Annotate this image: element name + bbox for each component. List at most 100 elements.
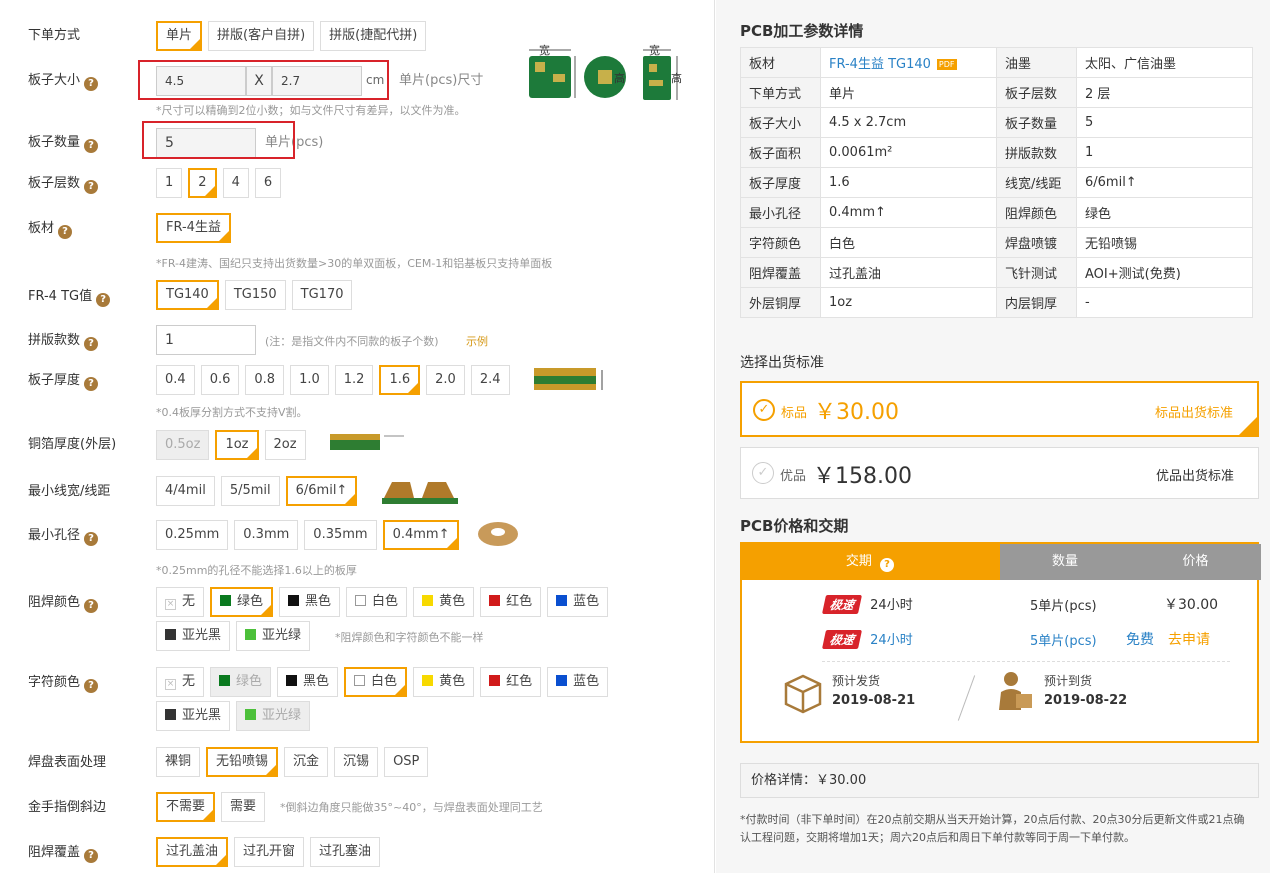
help-icon[interactable]: ? bbox=[84, 180, 99, 194]
standard-link[interactable]: 标品出货标准 bbox=[1155, 402, 1233, 421]
pdf-icon[interactable]: PDF bbox=[936, 59, 957, 70]
silk-option[interactable]: 红色 bbox=[480, 667, 542, 697]
order_type-option-label: 拼版(客户自拼) bbox=[217, 28, 306, 43]
mask-option[interactable]: 蓝色 bbox=[547, 587, 609, 617]
thickness-option[interactable]: 2.4 bbox=[470, 365, 510, 395]
thickness-option[interactable]: 1.6 bbox=[379, 365, 421, 395]
thickness-option-label: 0.8 bbox=[254, 372, 276, 387]
help-icon[interactable]: ? bbox=[96, 293, 111, 307]
mask-option[interactable]: 白色 bbox=[346, 587, 408, 617]
order_type-option[interactable]: 拼版(客户自拼) bbox=[208, 21, 315, 51]
tg-option[interactable]: TG140 bbox=[156, 280, 219, 310]
help-icon[interactable]: ? bbox=[84, 849, 99, 863]
via-option[interactable]: 过孔开窗 bbox=[234, 837, 305, 867]
material-option-label: FR-4生益 bbox=[166, 220, 221, 235]
standard-option[interactable]: ✓ 标品 ￥30.00 标品出货标准 bbox=[740, 381, 1259, 437]
silk-option[interactable]: 亚光黑 bbox=[156, 701, 231, 731]
help-icon[interactable]: ? bbox=[84, 679, 99, 693]
thickness-option[interactable]: 2.0 bbox=[426, 365, 465, 395]
silk-option[interactable]: 黄色 bbox=[413, 667, 475, 697]
param-key: 阻焊覆盖 bbox=[740, 257, 821, 288]
mask-option[interactable]: 绿色 bbox=[210, 587, 274, 617]
help-icon[interactable]: ? bbox=[84, 337, 99, 351]
hole-option[interactable]: 0.4mm↑ bbox=[382, 520, 460, 550]
mask-option-label: 亚光黑 bbox=[182, 628, 222, 643]
thickness-option[interactable]: 0.8 bbox=[245, 365, 285, 395]
thickness-option[interactable]: 1.0 bbox=[290, 365, 329, 395]
qty-label-text: 板子数量 bbox=[28, 135, 81, 150]
via-option[interactable]: 过孔塞油 bbox=[310, 837, 381, 867]
thickness-option[interactable]: 0.6 bbox=[200, 365, 240, 395]
trace-option[interactable]: 6/6mil↑ bbox=[285, 476, 358, 506]
premium-link[interactable]: 优品出货标准 bbox=[1156, 465, 1234, 484]
silk-option-label: 黑色 bbox=[303, 674, 330, 689]
order_type-label: 下单方式 bbox=[28, 26, 80, 46]
silk-option[interactable]: 绿色 bbox=[210, 667, 272, 697]
mask-option[interactable]: × 无 bbox=[156, 587, 205, 617]
thickness-option-label: 1.2 bbox=[343, 372, 365, 387]
material-option[interactable]: FR-4生益 bbox=[156, 213, 231, 243]
bevel-option[interactable]: 不需要 bbox=[156, 792, 216, 822]
help-icon[interactable]: ? bbox=[84, 77, 99, 91]
hole-icon bbox=[478, 522, 518, 546]
copper-option[interactable]: 1oz bbox=[215, 430, 259, 460]
color-swatch bbox=[422, 675, 434, 686]
thickness-option[interactable]: 0.4 bbox=[156, 365, 195, 395]
param-text: 过孔盖油 bbox=[829, 267, 882, 282]
finish-option[interactable]: 沉锡 bbox=[334, 747, 379, 777]
copper-option[interactable]: 2oz bbox=[264, 430, 306, 460]
layers-option[interactable]: 6 bbox=[254, 168, 282, 198]
layers-option[interactable]: 2 bbox=[188, 168, 217, 198]
silk-option[interactable]: × 无 bbox=[156, 667, 205, 697]
order_type-option[interactable]: 单片 bbox=[156, 21, 203, 51]
via-option[interactable]: 过孔盖油 bbox=[156, 837, 229, 867]
example-link[interactable]: 示例 bbox=[466, 333, 488, 349]
mask-option[interactable]: 亚光黑 bbox=[156, 621, 231, 651]
hole-option[interactable]: 0.25mm bbox=[156, 520, 229, 550]
layers-option[interactable]: 4 bbox=[222, 168, 249, 198]
size-label-text: 板子大小 bbox=[28, 73, 81, 88]
param-value: 5 bbox=[1076, 107, 1253, 138]
trace-option[interactable]: 5/5mil bbox=[220, 476, 280, 506]
param-text: 6/6mil↑ bbox=[1085, 175, 1137, 190]
bevel-option[interactable]: 需要 bbox=[221, 792, 266, 822]
trace-option-label: 6/6mil↑ bbox=[295, 483, 348, 498]
mask-option[interactable]: 黄色 bbox=[413, 587, 475, 617]
silk-option-label: 白色 bbox=[371, 674, 398, 689]
header-delivery: 交期 ? bbox=[740, 544, 1000, 580]
trace-option[interactable]: 4/4mil bbox=[156, 476, 215, 506]
finish-option[interactable]: 裸铜 bbox=[156, 747, 201, 777]
premium-option[interactable]: ✓ 优品 ￥158.00 优品出货标准 bbox=[740, 447, 1259, 499]
param-text: 单片 bbox=[829, 87, 856, 102]
silk-option[interactable]: 亚光绿 bbox=[236, 701, 311, 731]
finish-option[interactable]: OSP bbox=[384, 747, 429, 777]
thickness-option[interactable]: 1.2 bbox=[334, 365, 374, 395]
copper-option[interactable]: 0.5oz bbox=[156, 430, 210, 460]
help-icon[interactable]: ? bbox=[58, 225, 73, 239]
panel-count-input[interactable]: 1 bbox=[156, 325, 256, 355]
silk-option[interactable]: 白色 bbox=[344, 667, 408, 697]
help-icon[interactable]: ? bbox=[880, 558, 895, 572]
mask-option[interactable]: 黑色 bbox=[279, 587, 341, 617]
help-icon[interactable]: ? bbox=[84, 139, 99, 153]
help-icon[interactable]: ? bbox=[84, 377, 99, 391]
mask-option[interactable]: 红色 bbox=[480, 587, 542, 617]
tg-option[interactable]: TG170 bbox=[291, 280, 353, 310]
finish-option[interactable]: 沉金 bbox=[284, 747, 329, 777]
help-icon[interactable]: ? bbox=[84, 532, 99, 546]
layers-option[interactable]: 1 bbox=[156, 168, 183, 198]
price-detail[interactable]: 价格详情：￥30.00 bbox=[740, 763, 1259, 798]
silk-option[interactable]: 蓝色 bbox=[547, 667, 609, 697]
order_type-option[interactable]: 拼版(捷配代拼) bbox=[320, 21, 427, 51]
apply-link[interactable]: 去申请 bbox=[1168, 629, 1210, 649]
hole-option[interactable]: 0.35mm bbox=[304, 520, 377, 550]
material-options: FR-4生益 bbox=[156, 213, 237, 243]
header-price: 价格 bbox=[1130, 544, 1261, 580]
silk-option[interactable]: 黑色 bbox=[277, 667, 339, 697]
mask-option[interactable]: 亚光绿 bbox=[236, 621, 311, 651]
tg-option[interactable]: TG150 bbox=[224, 280, 286, 310]
finish-option[interactable]: 无铅喷锡 bbox=[206, 747, 279, 777]
help-icon[interactable]: ? bbox=[84, 599, 99, 613]
hole-option[interactable]: 0.3mm bbox=[234, 520, 299, 550]
param-key: 下单方式 bbox=[740, 77, 821, 108]
